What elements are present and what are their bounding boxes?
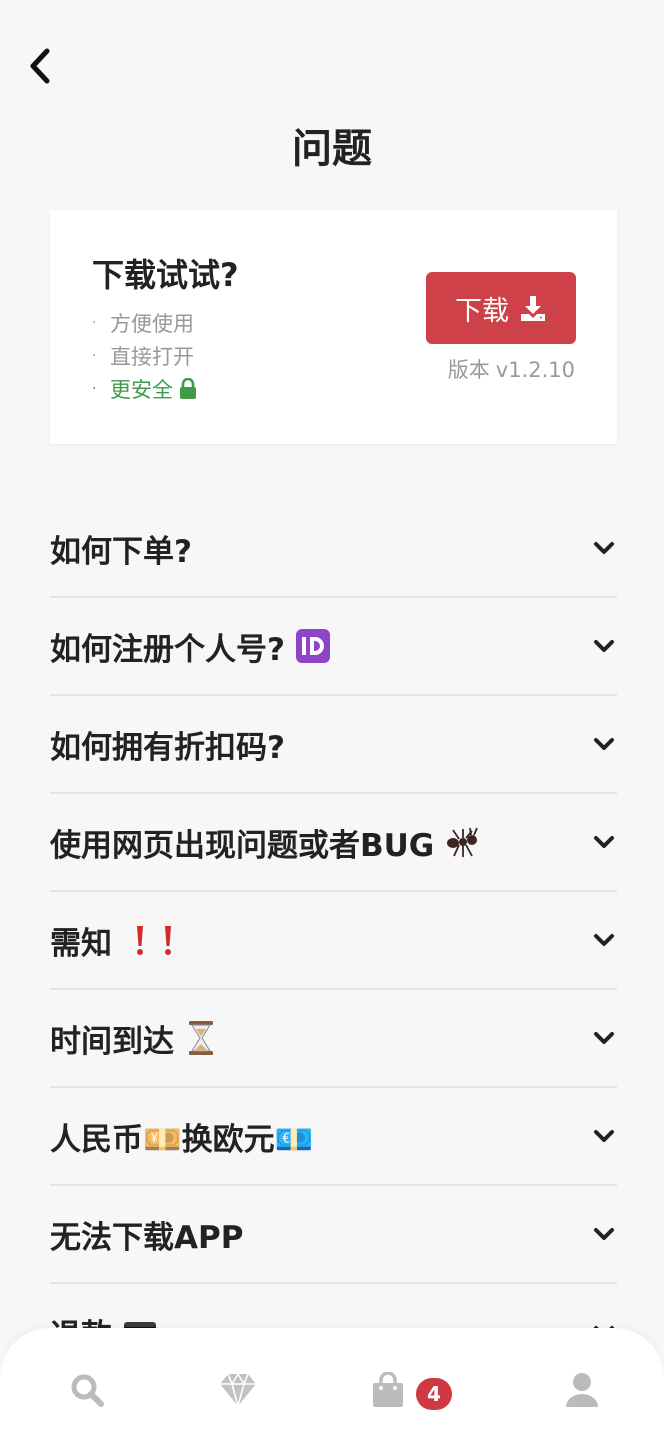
faq-item-label: 使用网页出现问题或者BUG [50,827,435,864]
nav-search[interactable] [65,1368,109,1412]
hourglass-icon [188,1020,214,1056]
chevron-left-icon [30,48,50,84]
feature-text: 直接打开 [110,344,194,369]
feature-text: 方便使用 [110,311,194,336]
chevron-down-icon [594,934,614,946]
faq-item-currency[interactable]: 人民币💴换欧元💶 [50,1088,617,1186]
faq-item-label: 人民币💴换欧元💶 [50,1121,314,1158]
faq-item-label: 如何拥有折扣码? [50,729,285,766]
download-button[interactable]: 下载 [426,272,576,344]
nav-bag[interactable] [366,1368,410,1412]
chevron-down-icon [594,640,614,652]
feature-text: 更安全 [110,377,173,402]
feature-item-secure: · 更安全 [92,372,197,405]
version-text: 版本 v1.2.10 [448,354,575,384]
search-icon [71,1374,104,1407]
ant-icon [444,825,480,859]
faq-item-label: 如何下单? [50,533,192,570]
id-icon [295,628,331,664]
chevron-down-icon [594,1130,614,1142]
faq-item-app-download[interactable]: 无法下载APP [50,1186,617,1284]
nav-diamond[interactable] [216,1368,260,1412]
faq-item-arrival[interactable]: 时间到达 [50,990,617,1088]
download-card-title: 下载试试? [92,256,239,294]
user-icon [566,1373,598,1407]
diamond-icon [220,1372,256,1408]
bottom-nav: 4 [0,1328,664,1450]
faq-item-label: 无法下载APP [50,1219,244,1256]
bullet-dot: · [92,314,97,331]
feature-item: · 方便使用 [92,306,197,339]
faq-item-label: 时间到达 [50,1023,174,1060]
faq-item-order[interactable]: 如何下单? [50,500,617,598]
feature-item: · 直接打开 [92,339,197,372]
faq-item-label: 如何注册个人号? [50,631,285,668]
download-card: 下载试试? · 方便使用 · 直接打开 · 更安全 下载 版本 v1.2.10 [50,210,617,444]
faq-list: 如何下单? 如何注册个人号? 如何拥有折扣码? 使用网页出现问题或者BUG 需知… [50,500,617,1382]
feature-list: · 方便使用 · 直接打开 · 更安全 [92,306,197,405]
faq-item-discount[interactable]: 如何拥有折扣码? [50,696,617,794]
chevron-down-icon [594,542,614,554]
cart-badge: 4 [416,1378,452,1410]
chevron-down-icon [594,1228,614,1240]
chevron-down-icon [594,738,614,750]
bullet-dot: · [92,380,97,397]
faq-item-register[interactable]: 如何注册个人号? [50,598,617,696]
page-title: 问题 [292,126,372,172]
bag-icon [373,1372,403,1407]
version-value: v1.2.10 [495,358,575,382]
chevron-down-icon [594,1032,614,1044]
chevron-down-icon [594,836,614,848]
download-button-label: 下载 [455,295,509,327]
faq-page: 问题 下载试试? · 方便使用 · 直接打开 · 更安全 下载 版本 v1.2.… [0,0,664,1450]
nav-profile[interactable] [560,1368,604,1412]
double-exclamation-icon [130,924,178,956]
faq-item-notice[interactable]: 需知 [50,892,617,990]
faq-item-label: 需知 [50,925,112,962]
download-icon [521,296,545,321]
version-label: 版本 [447,358,490,382]
lock-icon [179,377,197,400]
faq-item-bug[interactable]: 使用网页出现问题或者BUG [50,794,617,892]
back-button[interactable] [20,44,60,88]
bullet-dot: · [92,347,97,364]
